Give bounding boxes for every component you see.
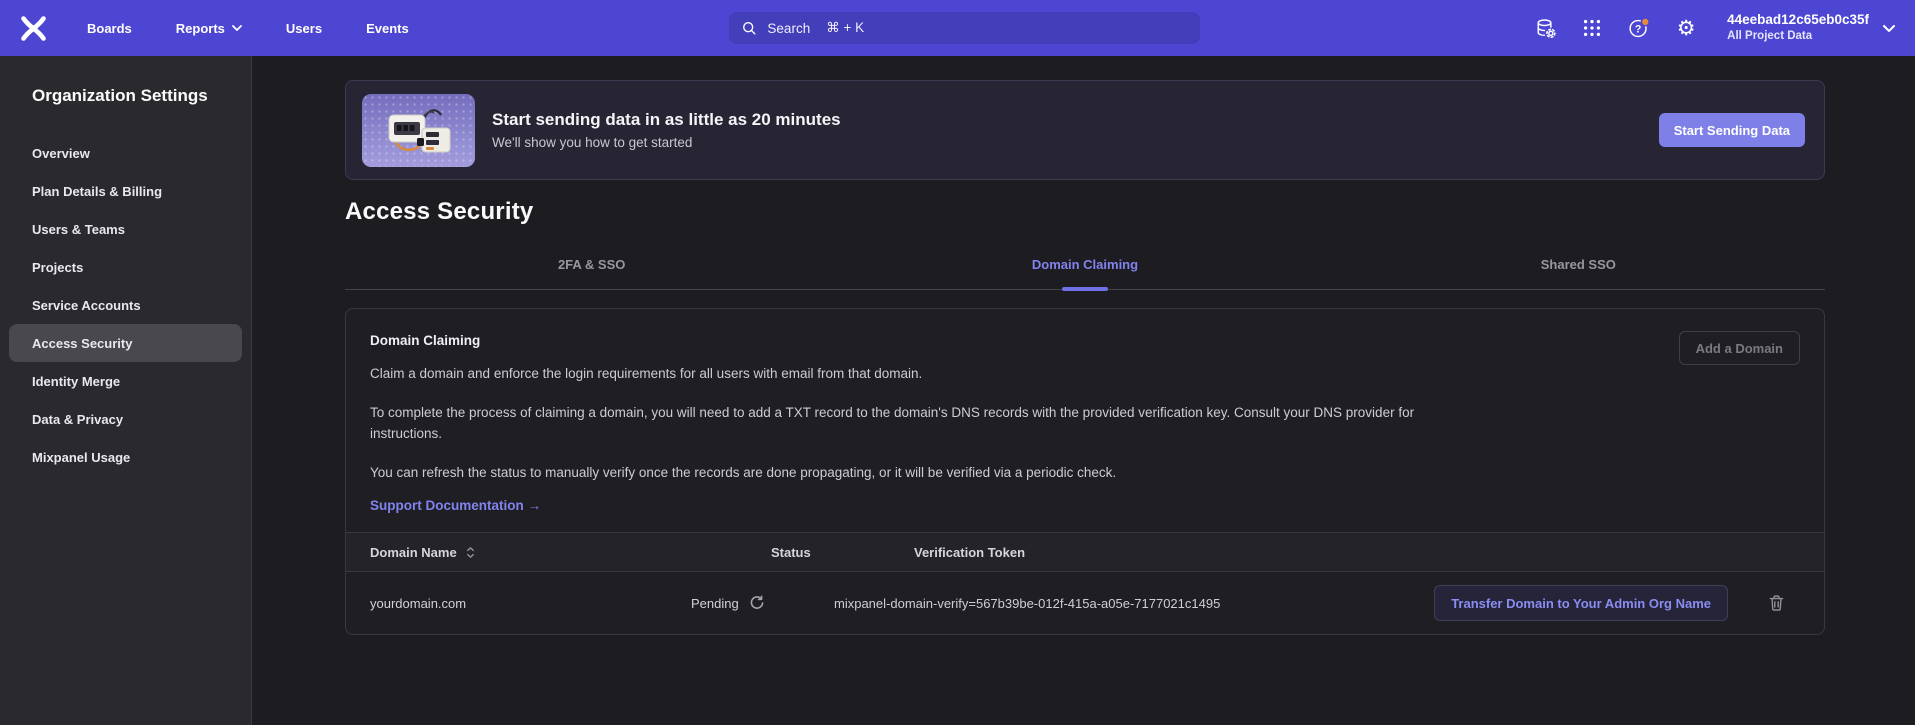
- data-management-icon[interactable]: [1533, 16, 1557, 40]
- onboarding-banner: Start sending data in as little as 20 mi…: [345, 80, 1825, 180]
- nav-item-boards[interactable]: Boards: [87, 21, 132, 36]
- onboarding-illustration: [362, 94, 475, 167]
- nav-item-users[interactable]: Users: [286, 21, 322, 36]
- domain-name-cell: yourdomain.com: [346, 596, 691, 611]
- nav-item-label: Events: [366, 21, 409, 36]
- status-cell: Pending: [691, 595, 834, 611]
- search-placeholder: Search: [767, 21, 810, 36]
- panel-title: Domain Claiming: [370, 333, 1800, 348]
- nav-item-reports[interactable]: Reports: [176, 21, 242, 36]
- access-security-tabs: 2FA & SSO Domain Claiming Shared SSO: [345, 257, 1825, 290]
- gear-icon[interactable]: ⚙: [1674, 16, 1698, 40]
- primary-nav: Boards Reports Users Events: [87, 21, 409, 36]
- column-header-status: Status: [691, 545, 834, 560]
- settings-sidebar: Organization Settings Overview Plan Deta…: [0, 56, 252, 725]
- nav-item-label: Boards: [87, 21, 132, 36]
- transfer-domain-button[interactable]: Transfer Domain to Your Admin Org Name: [1434, 585, 1728, 621]
- column-header-domain-name[interactable]: Domain Name: [346, 545, 691, 560]
- refresh-status-icon[interactable]: [749, 595, 765, 611]
- sidebar-item-overview[interactable]: Overview: [0, 134, 251, 172]
- domain-claiming-panel: Domain Claiming Claim a domain and enfor…: [345, 308, 1825, 635]
- verification-token-cell: mixpanel-domain-verify=567b39be-012f-415…: [834, 596, 1428, 611]
- sidebar-item-identity-merge[interactable]: Identity Merge: [0, 362, 251, 400]
- sidebar-item-service-accounts[interactable]: Service Accounts: [0, 286, 251, 324]
- add-domain-button[interactable]: Add a Domain: [1679, 331, 1800, 365]
- sidebar-menu: Overview Plan Details & Billing Users & …: [0, 134, 251, 476]
- nav-utilities: ? ⚙ 44eebad12c65eb0c35f All Project Data: [1533, 12, 1895, 43]
- search-icon: [741, 20, 757, 36]
- table-header-row: Domain Name Status Verification Token: [346, 532, 1824, 572]
- page-title: Access Security: [345, 198, 1825, 226]
- panel-description-1: Claim a domain and enforce the login req…: [370, 363, 1450, 385]
- tab-shared-sso[interactable]: Shared SSO: [1332, 257, 1825, 289]
- search-shortcut: ⌘ + K: [826, 20, 864, 36]
- nav-item-label: Reports: [176, 21, 225, 36]
- banner-text: Start sending data in as little as 20 mi…: [492, 110, 841, 150]
- tab-2fa-sso[interactable]: 2FA & SSO: [345, 257, 838, 289]
- sidebar-title: Organization Settings: [0, 56, 251, 106]
- nav-item-label: Users: [286, 21, 322, 36]
- sidebar-item-plan-details-billing[interactable]: Plan Details & Billing: [0, 172, 251, 210]
- sort-icon: [465, 546, 476, 559]
- project-name: All Project Data: [1727, 29, 1869, 43]
- chevron-down-icon: [232, 25, 242, 31]
- svg-text:?: ?: [1635, 23, 1641, 35]
- delete-domain-icon[interactable]: [1764, 590, 1789, 616]
- notification-dot: [1642, 17, 1650, 25]
- top-nav: Boards Reports Users Events Search ⌘ + K: [0, 0, 1915, 56]
- main-content: Start sending data in as little as 20 mi…: [252, 56, 1915, 725]
- search-input[interactable]: Search ⌘ + K: [729, 12, 1200, 44]
- help-icon[interactable]: ?: [1627, 16, 1651, 40]
- banner-subtitle: We'll show you how to get started: [492, 135, 841, 150]
- tab-domain-claiming[interactable]: Domain Claiming: [838, 257, 1331, 289]
- sidebar-item-users-teams[interactable]: Users & Teams: [0, 210, 251, 248]
- org-id: 44eebad12c65eb0c35f: [1727, 12, 1869, 29]
- apps-grid-icon[interactable]: [1580, 16, 1604, 40]
- panel-description-3: You can refresh the status to manually v…: [370, 462, 1450, 484]
- sidebar-item-data-privacy[interactable]: Data & Privacy: [0, 400, 251, 438]
- banner-title: Start sending data in as little as 20 mi…: [492, 110, 841, 130]
- start-sending-data-button[interactable]: Start Sending Data: [1659, 113, 1805, 147]
- sidebar-item-projects[interactable]: Projects: [0, 248, 251, 286]
- chevron-down-icon: [1883, 25, 1895, 32]
- nav-item-events[interactable]: Events: [366, 21, 409, 36]
- sidebar-item-mixpanel-usage[interactable]: Mixpanel Usage: [0, 438, 251, 476]
- project-switcher[interactable]: 44eebad12c65eb0c35f All Project Data: [1727, 12, 1895, 43]
- table-row: yourdomain.com Pending mixpanel-domain-v…: [346, 572, 1824, 634]
- column-header-label: Domain Name: [370, 545, 457, 560]
- column-header-verification-token: Verification Token: [834, 545, 1428, 560]
- mixpanel-logo-icon[interactable]: [20, 15, 47, 42]
- sidebar-item-access-security[interactable]: Access Security: [9, 324, 242, 362]
- panel-description-2: To complete the process of claiming a do…: [370, 402, 1450, 445]
- status-badge: Pending: [691, 596, 739, 611]
- domains-table: Domain Name Status Verification Token yo…: [346, 532, 1824, 634]
- support-documentation-link[interactable]: Support Documentation →: [370, 498, 541, 513]
